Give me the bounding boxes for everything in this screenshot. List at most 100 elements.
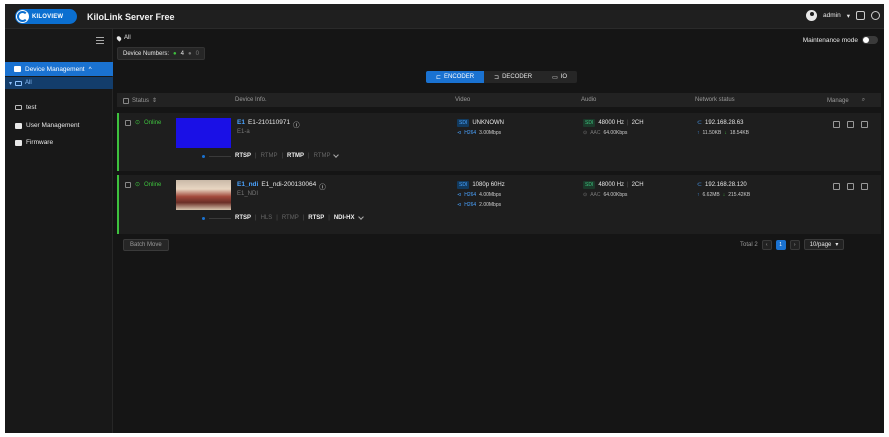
column-label: Device Info. (235, 97, 267, 103)
device-icon (14, 66, 21, 72)
page-button[interactable]: 1 (775, 239, 786, 250)
table-header: Status ⇕ Device Info. Video Audio Networ… (117, 93, 881, 107)
online-dot-icon: ● (173, 50, 177, 57)
aac-rate: 64.00Kbps (603, 192, 628, 198)
codec-name: H264 (464, 130, 477, 136)
aac-label: AAC (590, 130, 601, 136)
video-codec: ⊲ H264 3.00Mbps (457, 130, 501, 136)
network-traffic: ↑ 6.62MB ↓ 215.42KB (697, 192, 750, 198)
column-audio: Audio (581, 97, 596, 103)
tab-encoder[interactable]: ⊏ ENCODER (426, 71, 485, 83)
table-row[interactable]: ⊙ Online E1 E1-210110971 ⓘ E1-a RTSP | R… (117, 113, 881, 171)
table-row[interactable]: ⊙ Online E1_ndi E1_ndi-200130064 ⓘ E1_ND… (117, 175, 881, 234)
device-name: E1 E1-210110971 ⓘ (237, 119, 300, 129)
video-thumbnail[interactable] (176, 118, 231, 148)
batch-move-button[interactable]: Batch Move (123, 239, 169, 251)
collapse-menu-icon[interactable] (96, 37, 104, 44)
maintenance-toggle[interactable] (862, 36, 878, 44)
stream-rtmp[interactable]: RTMP (314, 153, 331, 159)
folder-move-icon[interactable] (847, 121, 854, 128)
sidebar-item-label: Device Management (25, 65, 85, 73)
tree-node-all[interactable]: ▾ All (5, 77, 113, 89)
row-checkbox[interactable] (125, 181, 131, 188)
user-name[interactable]: admin (823, 12, 841, 19)
app-window: KILOVIEW KiloLink Server Free admin ▾ De… (5, 4, 884, 433)
column-label: Network status (695, 97, 735, 103)
codec-rate: 4.00Mbps (479, 192, 502, 198)
maintenance-mode: Maintenance mode (803, 36, 878, 44)
fullscreen-icon[interactable] (856, 11, 865, 20)
info-icon[interactable]: ⓘ (319, 181, 326, 191)
user-assign-icon[interactable] (833, 121, 840, 128)
decoder-icon: ⊐ (494, 74, 500, 81)
device-id[interactable]: E1 (237, 119, 245, 129)
column-video: Video (455, 97, 470, 103)
search-icon[interactable]: ⌕ (862, 97, 865, 104)
settings-icon[interactable] (861, 121, 868, 128)
chevron-up-icon: ^ (88, 65, 92, 73)
page-size-select[interactable]: 10/page ▾ (803, 239, 845, 250)
stream-rtsp[interactable]: RTSP (235, 153, 251, 159)
settings-icon[interactable] (861, 183, 868, 190)
stream-rtsp[interactable]: RTSP (235, 215, 251, 221)
breadcrumb-label: All (124, 35, 131, 41)
stream-hls[interactable]: HLS (261, 215, 273, 221)
separator: | (302, 215, 305, 221)
stream-rtmp[interactable]: RTMP (282, 215, 299, 221)
user-avatar-icon[interactable] (806, 10, 818, 21)
device-type-tabs: ⊏ ENCODER ⊐ DECODER ▭ IO (426, 71, 578, 83)
status-text: Online (144, 119, 162, 126)
video-thumbnail[interactable] (176, 180, 231, 210)
tab-label: DECODER (502, 74, 533, 80)
info-icon[interactable] (871, 11, 880, 20)
audio-rate: 48000 Hz (598, 182, 625, 188)
tab-label: IO (560, 74, 568, 80)
online-count: 4 (180, 50, 184, 57)
codec-name: H264 (464, 192, 477, 198)
info-icon[interactable]: ⓘ (293, 119, 300, 129)
chevron-down-icon: ▾ (835, 242, 839, 248)
folder-move-icon[interactable] (847, 183, 854, 190)
user-assign-icon[interactable] (833, 183, 840, 190)
sidebar-item-user-management[interactable]: User Management (15, 122, 79, 129)
chevron-down-icon[interactable] (357, 214, 364, 220)
logo-text: KILOVIEW (32, 13, 64, 20)
stream-rtmp[interactable]: RTMP (261, 153, 278, 159)
caret-down-icon[interactable]: ▾ (847, 12, 850, 20)
prev-page-button[interactable]: ‹ (761, 239, 772, 250)
folder-icon (15, 105, 22, 110)
row-checkbox[interactable] (125, 119, 131, 126)
tree-node-label: All (25, 80, 32, 86)
download-icon: ↓ (724, 130, 727, 136)
download-rate: 215.42KB (728, 192, 751, 198)
codec-rate: 2.00Mbps (479, 202, 502, 208)
aac-icon: ⊙ (583, 130, 588, 136)
device-status: ⊙ Online (125, 181, 161, 188)
encoder-icon: ⊏ (436, 74, 442, 81)
separator: | (627, 120, 629, 126)
audio-channels: 2CH (631, 120, 644, 126)
audio-badge: SDI (583, 119, 596, 127)
tree-node-test[interactable]: test (15, 104, 36, 111)
ip-address: 192.168.28.120 (705, 181, 747, 188)
next-page-button[interactable]: › (789, 239, 800, 250)
chevron-down-icon[interactable] (333, 152, 340, 158)
sidebar: Device Management ^ ▾ All test User Mana… (5, 29, 113, 433)
tab-io[interactable]: ▭ IO (542, 71, 577, 83)
codec-name: H264 (464, 202, 477, 208)
stream-list: RTSP | RTMP | RTMP | RTMP (202, 152, 340, 159)
sidebar-item-firmware[interactable]: Firmware (15, 139, 53, 146)
video-codec: ⊲ H264 4.00Mbps (457, 192, 501, 198)
stream-rtmp[interactable]: RTMP (287, 153, 304, 159)
select-all-checkbox[interactable] (123, 97, 129, 104)
sort-icon[interactable]: ⇕ (152, 97, 157, 104)
column-label: Status (132, 97, 150, 104)
column-status[interactable]: Status ⇕ (123, 97, 157, 104)
sidebar-item-device-management[interactable]: Device Management ^ (5, 62, 113, 76)
tab-decoder[interactable]: ⊐ DECODER (484, 71, 542, 83)
codec-icon: ⊲ (457, 130, 462, 136)
stream-rtsp[interactable]: RTSP (308, 215, 324, 221)
offline-dot-icon: ● (187, 50, 192, 57)
stream-ndi-hx[interactable]: NDI-HX (334, 215, 355, 221)
device-id[interactable]: E1_ndi (237, 181, 258, 191)
